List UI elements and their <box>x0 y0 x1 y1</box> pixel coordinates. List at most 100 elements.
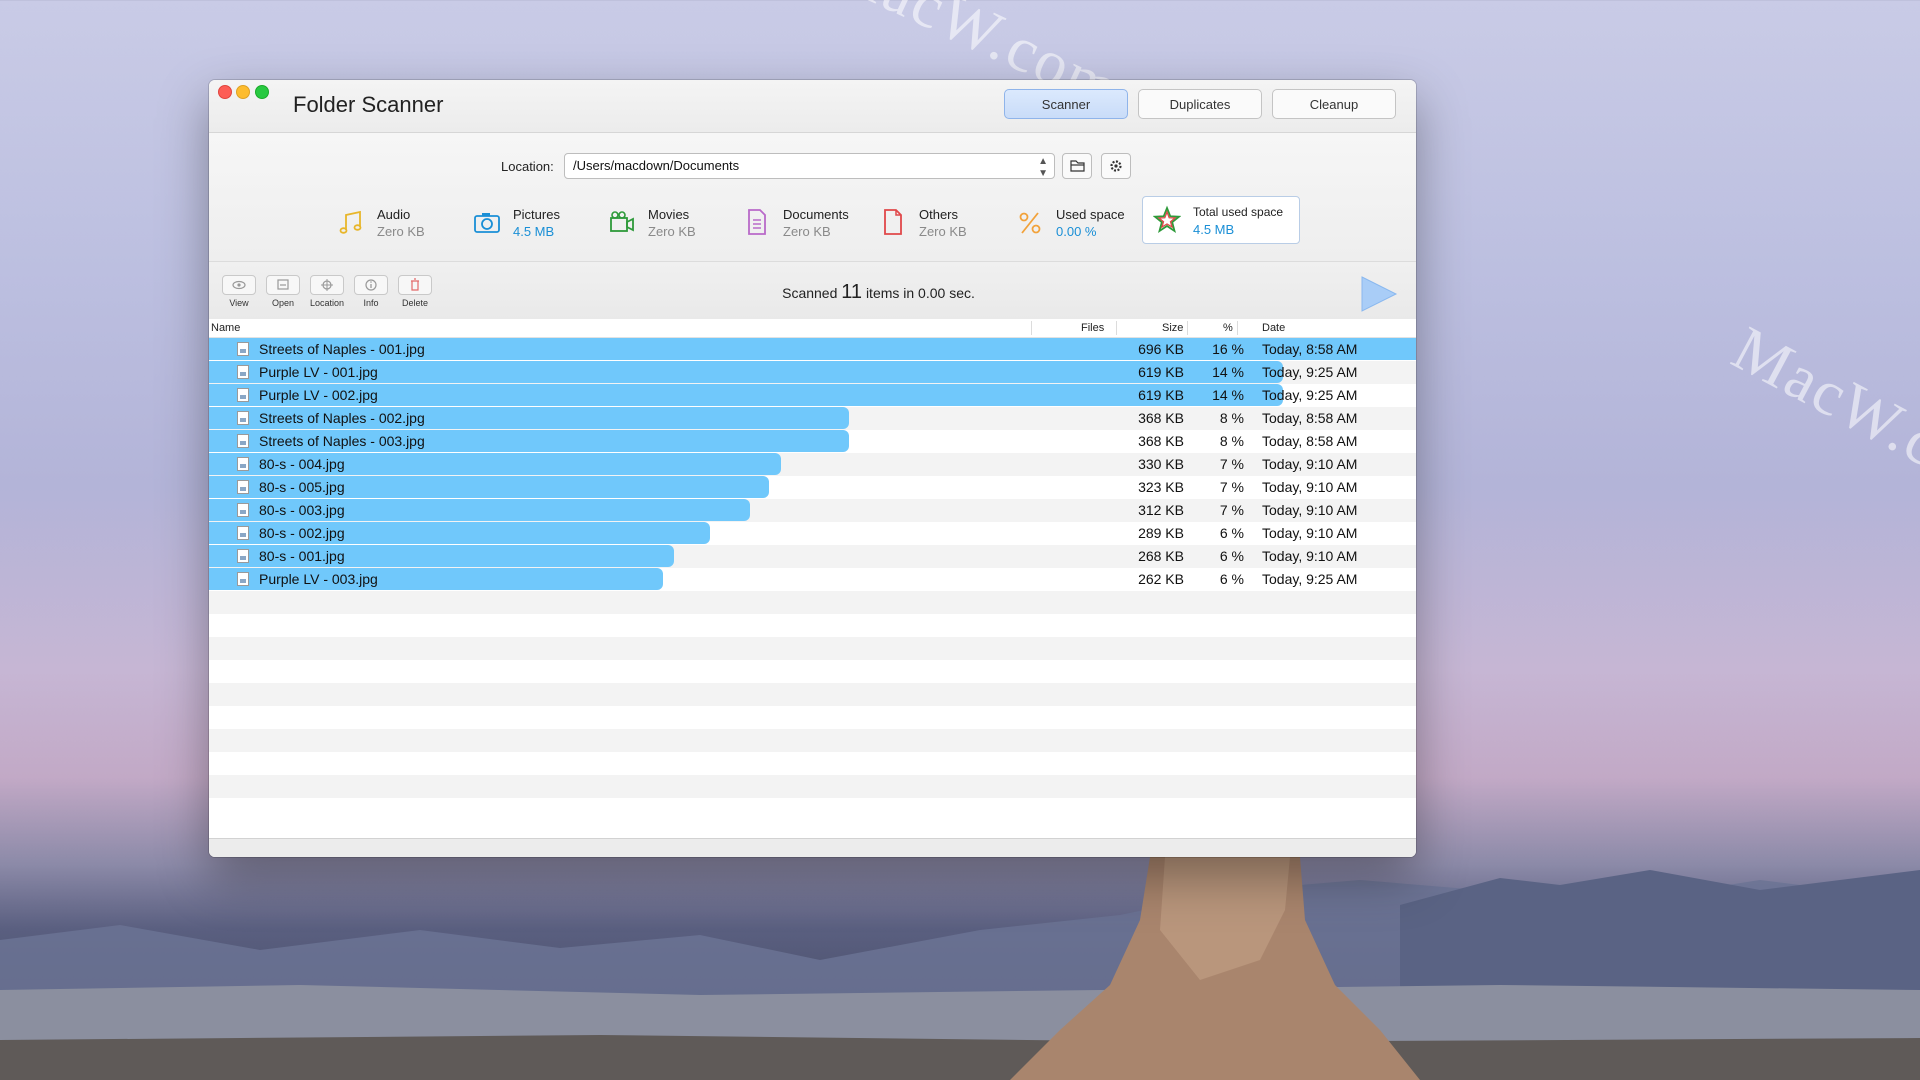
percent-icon <box>1019 212 1041 234</box>
table-row[interactable]: 80-s - 004.jpg 330 KB 7 % Today, 9:10 AM <box>209 453 1416 476</box>
file-size: 619 KB <box>1138 387 1184 403</box>
category-pictures[interactable]: Pictures 4.5 MB <box>473 201 583 245</box>
file-date: Today, 9:10 AM <box>1262 502 1358 518</box>
empty-row <box>209 729 1416 752</box>
category-name: Total used space <box>1193 205 1284 219</box>
empty-row <box>209 706 1416 729</box>
file-percent: 7 % <box>1219 479 1244 495</box>
empty-row <box>209 614 1416 637</box>
table-row[interactable]: 80-s - 001.jpg 268 KB 6 % Today, 9:10 AM <box>209 545 1416 568</box>
category-value: 4.5 MB <box>1193 222 1235 237</box>
location-path: /Users/macdown/Documents <box>573 158 740 173</box>
document-icon <box>748 209 766 235</box>
start-scan-play-icon[interactable] <box>1360 275 1398 313</box>
table-row[interactable]: Streets of Naples - 001.jpg 696 KB 16 % Tod… <box>209 338 1416 361</box>
file-date: Today, 9:25 AM <box>1262 364 1358 380</box>
table-row[interactable]: Streets of Naples - 002.jpg 368 KB 8 % Toda… <box>209 407 1416 430</box>
table-row[interactable]: Purple LV - 003.jpg 262 KB 6 % Today, 9:25 … <box>209 568 1416 591</box>
file-percent: 14 % <box>1212 364 1244 380</box>
scan-count: 11 <box>841 281 863 303</box>
column-files[interactable]: Files <box>1081 322 1104 334</box>
image-file-icon <box>237 434 249 448</box>
scan-header: Location: /Users/macdown/Documents ▲ ▼ Au… <box>209 133 1416 261</box>
image-file-icon <box>237 549 249 563</box>
image-file-icon <box>237 572 249 586</box>
image-file-icon <box>237 457 249 471</box>
star-icon <box>1153 205 1181 234</box>
choose-folder-button[interactable] <box>1062 153 1092 179</box>
file-percent: 7 % <box>1219 456 1244 472</box>
image-file-icon <box>237 480 249 494</box>
image-file-icon <box>237 503 249 517</box>
empty-row <box>209 683 1416 706</box>
file-size: 330 KB <box>1138 456 1184 472</box>
category-value: Zero KB <box>377 224 425 239</box>
file-name: Streets of Naples - 001.jpg <box>259 341 425 357</box>
category-value: Zero KB <box>783 224 831 239</box>
file-date: Today, 9:25 AM <box>1262 571 1358 587</box>
location-select[interactable]: /Users/macdown/Documents ▲ ▼ <box>564 153 1055 179</box>
category-total-used-space[interactable]: Total used space 4.5 MB <box>1142 196 1300 244</box>
file-size: 368 KB <box>1138 410 1184 426</box>
file-date: Today, 8:58 AM <box>1262 433 1358 449</box>
location-label: Location: <box>501 159 554 174</box>
table-row[interactable]: Purple LV - 002.jpg 619 KB 14 % Today, 9:25… <box>209 384 1416 407</box>
action-toolbar: View Open Location Info Delete Scanned 1… <box>209 261 1416 320</box>
app-window: Folder Scanner Scanner Duplicates Cleanu… <box>209 80 1416 857</box>
file-percent: 8 % <box>1219 410 1244 426</box>
image-file-icon <box>237 411 249 425</box>
column-name[interactable]: Name <box>211 322 240 334</box>
file-name: Purple LV - 003.jpg <box>259 571 378 587</box>
tab-cleanup[interactable]: Cleanup <box>1272 89 1396 119</box>
column-percent[interactable]: % <box>1223 322 1233 334</box>
image-file-icon <box>237 388 249 402</box>
tab-duplicates[interactable]: Duplicates <box>1138 89 1262 119</box>
table-row[interactable]: Streets of Naples - 003.jpg 368 KB 8 % Toda… <box>209 430 1416 453</box>
category-name: Documents <box>783 207 849 222</box>
file-percent: 8 % <box>1219 433 1244 449</box>
table-row[interactable]: Purple LV - 001.jpg 619 KB 14 % Today, 9:25… <box>209 361 1416 384</box>
category-name: Pictures <box>513 207 560 222</box>
settings-button[interactable] <box>1101 153 1131 179</box>
category-used-space[interactable]: Used space 0.00 % <box>1016 201 1136 245</box>
file-name: Purple LV - 002.jpg <box>259 387 378 403</box>
empty-row <box>209 798 1416 821</box>
scan-status: Scanned 11 items in 0.00 sec. <box>209 281 1416 304</box>
file-size: 696 KB <box>1138 341 1184 357</box>
category-others[interactable]: Others Zero KB <box>879 201 989 245</box>
file-date: Today, 9:10 AM <box>1262 548 1358 564</box>
file-date: Today, 9:25 AM <box>1262 387 1358 403</box>
category-audio[interactable]: Audio Zero KB <box>337 201 447 245</box>
file-icon <box>884 209 902 235</box>
category-documents[interactable]: Documents Zero KB <box>743 201 863 245</box>
chevron-updown-icon: ▲ ▼ <box>1038 156 1048 179</box>
file-name: 80-s - 001.jpg <box>259 548 345 564</box>
close-window-button[interactable] <box>218 85 232 99</box>
column-date[interactable]: Date <box>1262 322 1285 334</box>
file-size: 262 KB <box>1138 571 1184 587</box>
category-value: 0.00 % <box>1056 224 1097 239</box>
file-name: Purple LV - 001.jpg <box>259 364 378 380</box>
category-value: Zero KB <box>648 224 696 239</box>
zoom-window-button[interactable] <box>255 85 269 99</box>
empty-row <box>209 660 1416 683</box>
category-movies[interactable]: Movies Zero KB <box>608 201 718 245</box>
folder-icon <box>1070 160 1085 172</box>
table-row[interactable]: 80-s - 005.jpg 323 KB 7 % Today, 9:10 AM <box>209 476 1416 499</box>
minimize-window-button[interactable] <box>236 85 250 99</box>
image-file-icon <box>237 365 249 379</box>
tab-scanner[interactable]: Scanner <box>1004 89 1128 119</box>
file-percent: 6 % <box>1219 525 1244 541</box>
image-file-icon <box>237 526 249 540</box>
file-percent: 16 % <box>1212 341 1244 357</box>
file-list: Streets of Naples - 001.jpg 696 KB 16 % Tod… <box>209 338 1416 838</box>
file-name: Streets of Naples - 002.jpg <box>259 410 425 426</box>
column-size[interactable]: Size <box>1162 322 1183 334</box>
empty-row <box>209 775 1416 798</box>
file-date: Today, 9:10 AM <box>1262 525 1358 541</box>
table-row[interactable]: 80-s - 002.jpg 289 KB 6 % Today, 9:10 AM <box>209 522 1416 545</box>
table-row[interactable]: 80-s - 003.jpg 312 KB 7 % Today, 9:10 AM <box>209 499 1416 522</box>
file-percent: 6 % <box>1219 571 1244 587</box>
file-size: 323 KB <box>1138 479 1184 495</box>
file-name: 80-s - 005.jpg <box>259 479 345 495</box>
